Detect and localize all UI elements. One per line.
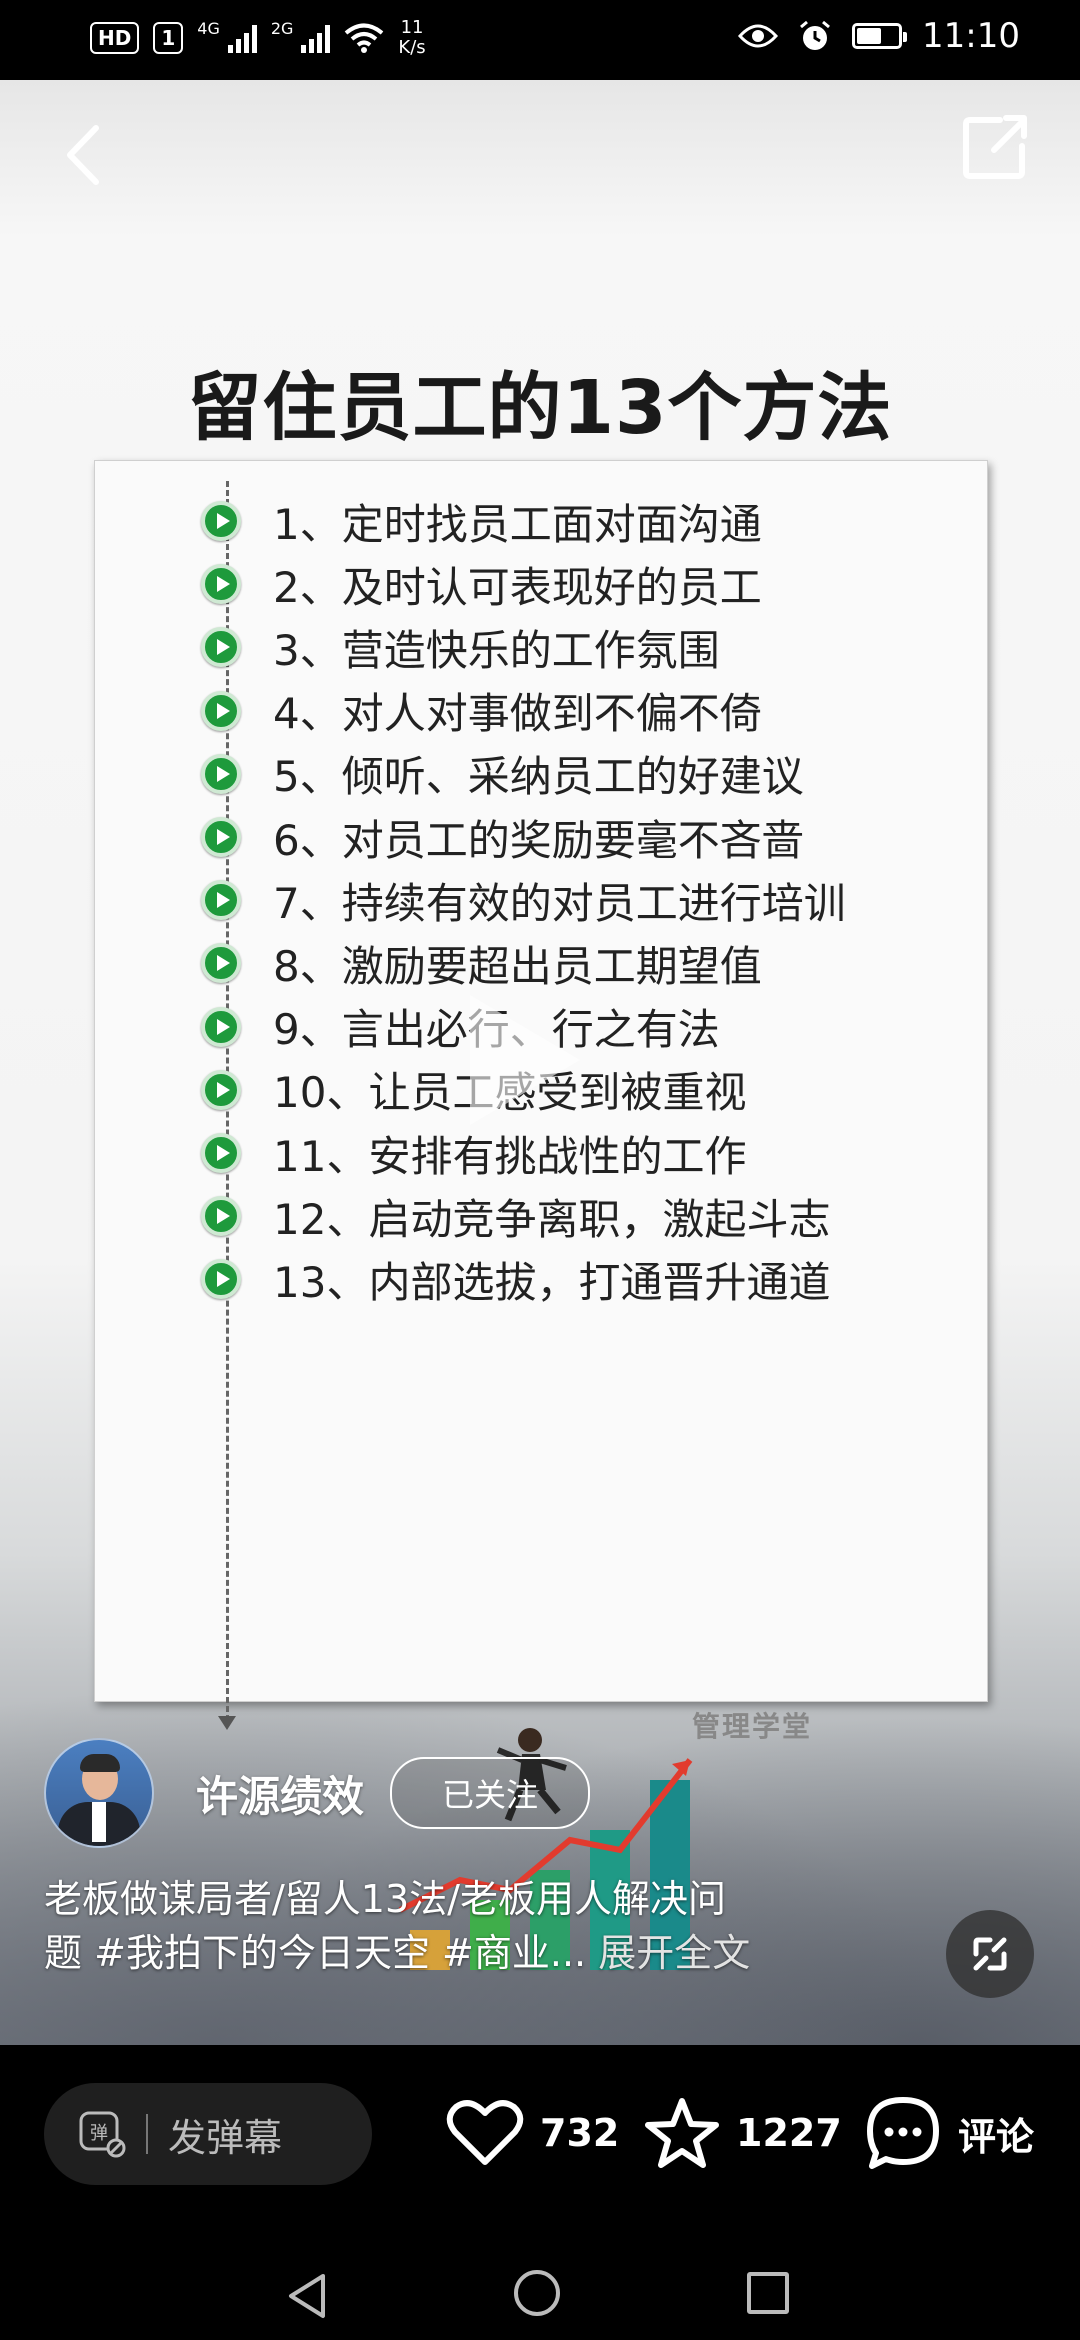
method-item-text: 6、对员工的奖励要毫不吝啬 [273, 815, 804, 865]
method-item-text: 4、对人对事做到不偏不倚 [273, 689, 762, 739]
author-name[interactable]: 许源绩效 [196, 1763, 364, 1824]
method-item-text: 11、安排有挑战性的工作 [273, 1131, 747, 1181]
method-item: 12、启动竞争离职，激起斗志 [201, 1186, 830, 1246]
favorite-count: 1227 [736, 2111, 842, 2155]
fullscreen-button[interactable] [946, 1910, 1034, 1998]
sim-badge: 1 [153, 22, 184, 54]
danmaku-input[interactable]: 弹 发弹幕 [44, 2083, 372, 2185]
method-item: 9、言出必行、行之有法 [201, 997, 720, 1057]
nav-back-icon[interactable] [285, 2272, 329, 2320]
star-icon [645, 2098, 719, 2168]
speed-value: 11 [400, 17, 424, 38]
svg-text:弹: 弹 [90, 2123, 108, 2144]
fullscreen-icon [973, 1937, 1007, 1971]
hashtag-business[interactable]: #商业... [442, 1931, 586, 1975]
play-bullet-icon [201, 753, 241, 794]
play-bullet-icon [201, 1006, 241, 1047]
network-speed: 11 K/s [398, 18, 425, 58]
network-type-1: 4G [197, 18, 220, 38]
method-item: 11、安排有挑战性的工作 [201, 1123, 746, 1183]
clock: 11:10 [922, 16, 1020, 56]
method-item: 7、持续有效的对员工进行培训 [201, 870, 846, 930]
play-bullet-icon [201, 817, 241, 857]
danmaku-icon: 弹 [79, 2111, 126, 2158]
video-caption[interactable]: 老板做谋局者/留人13法/老板用人解决问 题 #我拍下的今日天空 #商业... … [44, 1872, 924, 1980]
signal-icon [227, 23, 257, 53]
wifi-icon [345, 23, 384, 53]
method-item-text: 5、倾听、采纳员工的好建议 [273, 752, 804, 802]
play-bullet-icon [201, 880, 241, 921]
play-bullet-icon [201, 1196, 241, 1237]
alarm-icon [800, 20, 830, 50]
method-item-text: 12、启动竞争离职，激起斗志 [273, 1194, 831, 1244]
speed-unit: K/s [398, 37, 426, 58]
nav-home-icon[interactable] [514, 2270, 560, 2316]
play-icon[interactable] [470, 995, 580, 1125]
eye-icon [738, 24, 779, 48]
signal-icon-2 [301, 23, 331, 53]
play-bullet-icon [201, 627, 241, 668]
caption-line-2: 题 #我拍下的今日天空 #商业... 展开全文 [44, 1926, 924, 1980]
method-item: 8、激励要超出员工期望值 [201, 933, 762, 993]
method-item: 5、倾听、采纳员工的好建议 [201, 744, 804, 804]
expand-caption-link[interactable]: 展开全文 [598, 1931, 750, 1975]
system-nav-bar [0, 2250, 1080, 2340]
play-bullet-icon [201, 943, 241, 984]
poster-title: 留住员工的13个方法 [187, 365, 893, 451]
status-bar: HD 1 4G 2G 11 K/s 11:10 [0, 0, 1080, 80]
timeline-arrow-icon [218, 1716, 236, 1730]
method-item: 6、对员工的奖励要毫不吝啬 [201, 807, 804, 867]
caption-line-2-text: 题 [44, 1931, 83, 1975]
like-button[interactable]: 732 [446, 2093, 619, 2173]
action-bar: 弹 发弹幕 732 1227 评论 [0, 2045, 1080, 2265]
like-count: 732 [540, 2111, 620, 2155]
share-icon[interactable] [960, 110, 1032, 182]
method-item-text: 7、持续有效的对员工进行培训 [273, 878, 846, 928]
method-item: 2、及时认可表现好的员工 [201, 554, 762, 614]
hd-badge: HD [90, 22, 140, 54]
method-item: 1、定时找员工面对面沟通 [201, 491, 762, 551]
battery-icon [852, 23, 908, 49]
hashtag-sky[interactable]: #我拍下的今日天空 [94, 1931, 430, 1975]
heart-icon [446, 2100, 524, 2165]
method-item: 4、对人对事做到不偏不倚 [201, 681, 762, 741]
caption-line-1: 老板做谋局者/留人13法/老板用人解决问 [44, 1877, 726, 1921]
play-bullet-icon [201, 501, 241, 541]
method-item: 3、营造快乐的工作氛围 [201, 617, 720, 677]
favorite-button[interactable]: 1227 [644, 2093, 842, 2173]
comment-button[interactable]: 评论 [864, 2093, 1034, 2173]
author-row: 许源绩效 已关注 [44, 1738, 591, 1848]
network-type-2: 2G [270, 18, 294, 38]
play-bullet-icon [201, 1133, 241, 1173]
play-bullet-icon [201, 1069, 241, 1110]
comment-icon [867, 2097, 939, 2169]
follow-button[interactable]: 已关注 [390, 1757, 591, 1829]
method-item: 13、内部选拔，打通晋升通道 [201, 1249, 830, 1309]
back-arrow-icon[interactable] [58, 120, 108, 190]
method-item-text: 3、营造快乐的工作氛围 [273, 625, 720, 675]
method-item-text: 2、及时认可表现好的员工 [273, 562, 762, 612]
danmaku-divider [146, 2114, 148, 2154]
play-bullet-icon [201, 1259, 241, 1300]
play-bullet-icon [201, 564, 241, 605]
avatar[interactable] [44, 1738, 154, 1848]
method-item-text: 13、内部选拔，打通晋升通道 [273, 1257, 831, 1307]
play-bullet-icon [201, 690, 241, 731]
method-item-text: 1、定时找员工面对面沟通 [273, 499, 762, 549]
nav-recents-icon[interactable] [747, 2272, 789, 2314]
comment-label: 评论 [958, 2114, 1035, 2159]
method-item-text: 8、激励要超出员工期望值 [273, 941, 762, 991]
danmaku-placeholder: 发弹幕 [168, 2115, 283, 2160]
video-player[interactable]: 留住员工的13个方法 1、定时找员工面对面沟通 2、及时认可表现好的员工 3、营造快… [0, 80, 1080, 2045]
